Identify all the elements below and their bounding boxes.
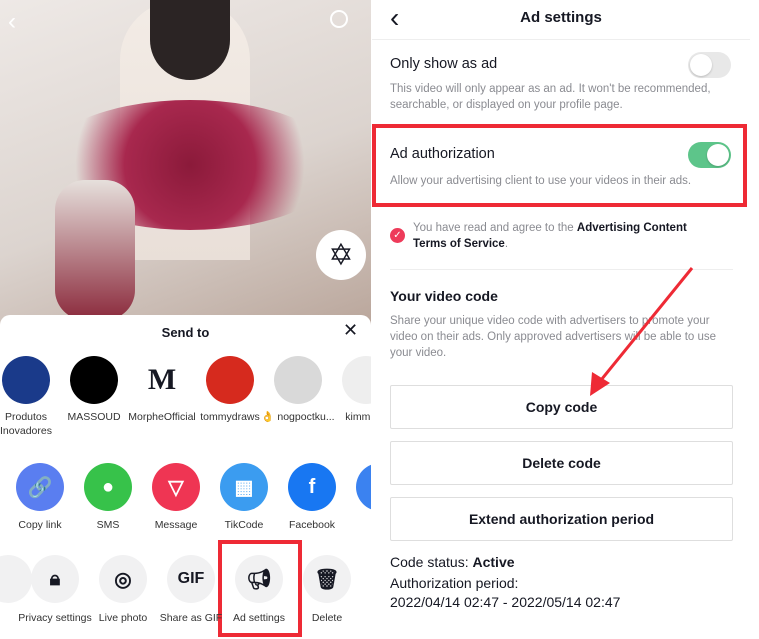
action-label: Ad settings [233, 612, 285, 624]
lock-icon: 🔒︎ [49, 567, 61, 590]
facebook-icon: f [308, 475, 316, 498]
contact-name[interactable]: MorpheOfficial [124, 410, 200, 424]
share-label: Facebook [288, 519, 336, 531]
contact-name[interactable]: tommydraws [192, 410, 268, 424]
back-icon[interactable]: ‹ [8, 8, 16, 36]
lock-button[interactable]: 🔒︎ [31, 555, 79, 603]
send-icon: ▽ [168, 476, 184, 499]
chat-bubble-button[interactable]: ● [84, 463, 132, 511]
share-screen: ‹ ✡ Send to ✕ Produtos Inovadores MASSOUD… [0, 0, 371, 639]
megaphone-button[interactable]: 📢︎ [235, 555, 283, 603]
send-button[interactable]: ▽ [152, 463, 200, 511]
gif-button[interactable]: GIF [167, 555, 215, 603]
share-label: Copy link [18, 519, 62, 531]
avatar[interactable] [274, 356, 322, 404]
megaphone-icon: 📢︎ [246, 568, 272, 591]
live-photo-icon: ◎ [114, 568, 132, 591]
qr-code-button[interactable]: ▦ [220, 463, 268, 511]
partial-share-button[interactable] [356, 463, 371, 511]
video-bottle [55, 180, 135, 320]
qr-code-icon: ▦ [234, 476, 254, 499]
contact-name[interactable]: Produtos Inovadores [0, 410, 64, 438]
chat-bubble-icon: ● [101, 475, 115, 498]
annotation-arrow [590, 267, 694, 396]
action-label: Live photo [98, 612, 148, 624]
avatar[interactable] [342, 356, 371, 404]
share-sheet: Send to ✕ Produtos Inovadores MASSOUD M Mor… [0, 315, 371, 639]
share-label: TikCode [224, 519, 264, 531]
avatar[interactable] [70, 356, 118, 404]
close-icon[interactable]: ✕ [343, 320, 358, 341]
trash-icon: 🗑︎ [314, 568, 340, 591]
share-label: Message [154, 519, 198, 531]
video-preview[interactable]: ‹ ✡ [0, 0, 371, 330]
ad-settings-screen: ‹ Ad settings Only show as ad This video… [372, 0, 759, 639]
trash-button[interactable]: 🗑︎ [303, 555, 351, 603]
avatar[interactable] [2, 356, 50, 404]
star-of-david-icon[interactable]: ✡ [316, 230, 366, 280]
video-hair [150, 0, 230, 80]
action-label: Share as GIF [159, 612, 223, 624]
link-button[interactable]: 🔗 [16, 463, 64, 511]
search-icon[interactable] [330, 10, 348, 28]
avatar[interactable] [206, 356, 254, 404]
share-label: SMS [96, 519, 120, 531]
partial-action-button[interactable] [0, 555, 32, 603]
action-label: Privacy settings [18, 612, 92, 624]
facebook-button[interactable]: f [288, 463, 336, 511]
contact-name[interactable]: kimmie s [328, 410, 371, 424]
avatar[interactable]: M [138, 356, 186, 404]
action-label: Delete [311, 612, 343, 624]
link-icon: 🔗 [27, 476, 53, 499]
sheet-title: Send to [161, 325, 210, 340]
gif-icon: GIF [177, 570, 205, 587]
contact-name[interactable]: MASSOUD [56, 410, 132, 424]
live-photo-button[interactable]: ◎ [99, 555, 147, 603]
contact-name[interactable]: 👌 nogpoctku... [260, 410, 336, 424]
